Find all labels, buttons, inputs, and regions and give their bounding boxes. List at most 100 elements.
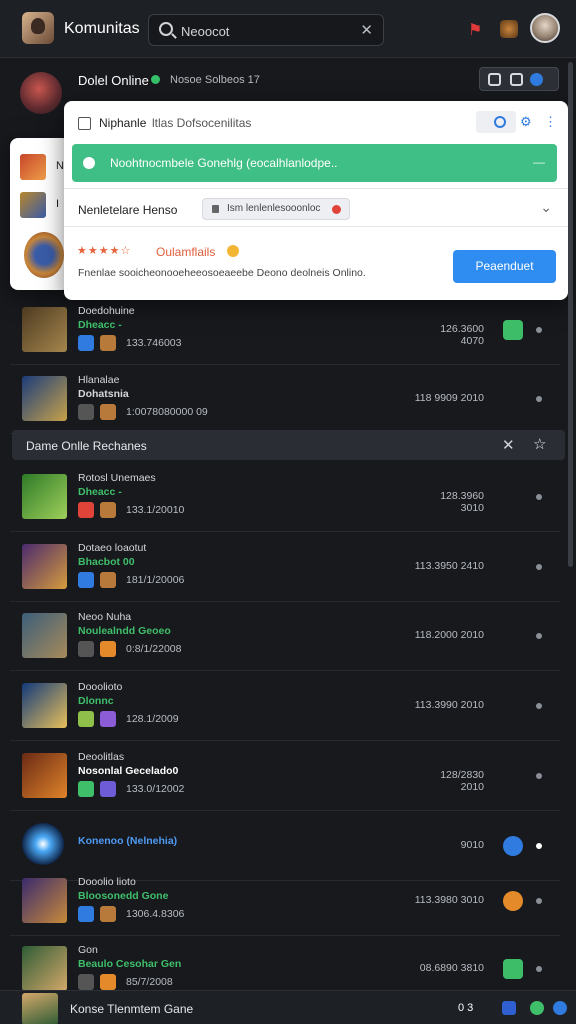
- announcement-banner[interactable]: Noohtnocmbele Gonehlg (eocalhlanlodpe.. …: [72, 144, 557, 182]
- header-toolbar: [479, 67, 559, 91]
- side-thumb[interactable]: [20, 192, 46, 218]
- row-date: 181/1/20006: [126, 574, 185, 586]
- genre-icon: [100, 502, 116, 518]
- side-thumb[interactable]: [20, 154, 46, 180]
- user-avatar[interactable]: [530, 13, 560, 43]
- info-icon[interactable]: [530, 73, 543, 86]
- list-item[interactable]: Doedohuine Dheacc - 133.746003 126.3600 …: [10, 295, 560, 365]
- game-thumbnail: [22, 544, 67, 589]
- row-name: Gon: [78, 944, 98, 956]
- star-icon[interactable]: ☆: [533, 435, 546, 453]
- game-thumbnail: [22, 753, 67, 798]
- list-item[interactable]: Dooolio lioto Bloosonedd Gone 1306.4.830…: [10, 866, 560, 936]
- more-dot[interactable]: [536, 843, 542, 849]
- refresh-icon[interactable]: [494, 116, 506, 128]
- field-label: Nenletelare Henso: [78, 203, 178, 217]
- controller-icon[interactable]: [502, 1001, 516, 1015]
- group-title: Dolel Online: [78, 73, 149, 88]
- row-status: Bloosonedd Gone: [78, 890, 169, 902]
- more-dot[interactable]: [536, 633, 542, 639]
- row-date: 128.1/2009: [126, 713, 179, 725]
- tag-chip[interactable]: Ism lenlenlesooonloc: [202, 198, 350, 220]
- side-card: N I: [10, 138, 70, 290]
- scrollbar[interactable]: [568, 62, 573, 567]
- rating-stars[interactable]: ★★★★☆: [77, 244, 131, 257]
- now-playing-thumbnail[interactable]: [22, 993, 58, 1024]
- more-dot[interactable]: [536, 773, 542, 779]
- select-checkbox[interactable]: [78, 117, 91, 130]
- list-item[interactable]: Rotosl Unemaes Dheacc - 133.1/20010 128.…: [10, 462, 560, 532]
- more-dot[interactable]: [536, 898, 542, 904]
- popup-subtitle: ltlas Dofsocenilitas: [152, 116, 252, 130]
- popup-toolbar: ⚙ ⋮: [476, 111, 557, 133]
- more-dot[interactable]: [536, 494, 542, 500]
- row-date: 1:0078080000 09: [126, 406, 208, 418]
- more-dot[interactable]: [536, 564, 542, 570]
- row-status: Dohatsnia: [78, 388, 129, 400]
- section-header: Dame Onlle Rechanes ✕ ☆: [12, 430, 565, 460]
- search-box[interactable]: ✕: [148, 14, 384, 46]
- game-icon[interactable]: [500, 20, 518, 38]
- popup-description: Fnenlae sooicheonooeheeosoeaeebe Deono d…: [78, 267, 366, 279]
- chat-icon[interactable]: [553, 1001, 567, 1015]
- more-dot[interactable]: [536, 396, 542, 402]
- game-thumbnail: [22, 946, 67, 991]
- search-input[interactable]: [181, 21, 351, 41]
- platform-icon: [78, 404, 94, 420]
- list-item[interactable]: Deoolitlas Nosonlal Gecelado0 133.0/1200…: [10, 741, 560, 811]
- side-label: N: [56, 160, 64, 172]
- shield-icon[interactable]: [503, 836, 523, 856]
- row-name: Hlanalae: [78, 374, 120, 386]
- row-status: Dheacc -: [78, 486, 122, 498]
- alert-icon: [332, 205, 341, 214]
- row-date: 85/7/2008: [126, 976, 173, 988]
- more-icon[interactable]: ⋮: [544, 114, 557, 130]
- chip-text: Ism lenlenlesooonloc: [227, 203, 321, 214]
- grid-icon[interactable]: [488, 73, 501, 86]
- profile-avatar[interactable]: [22, 12, 54, 44]
- more-dot[interactable]: [536, 327, 542, 333]
- platform-icon: [78, 502, 94, 518]
- shield-icon[interactable]: [503, 891, 523, 911]
- primary-button[interactable]: Peaenduet: [453, 250, 556, 283]
- platform-icon: [78, 641, 94, 657]
- row-score: 9010: [460, 839, 484, 851]
- notification-icon[interactable]: ⚑: [468, 20, 486, 39]
- side-label: I: [56, 198, 60, 210]
- platform-icon: [78, 335, 94, 351]
- list-item[interactable]: Dooolioto Dlonnc 128.1/2009 113.3990 201…: [10, 671, 560, 741]
- settings-icon[interactable]: ⚙: [520, 114, 532, 130]
- more-dot[interactable]: [536, 703, 542, 709]
- row-status: Dheacc -: [78, 319, 122, 331]
- status-icon[interactable]: [530, 1001, 544, 1015]
- list-item[interactable]: Hlanalae Dohatsnia 1:0078080000 09 118 9…: [10, 364, 560, 434]
- flag-icon[interactable]: [503, 959, 523, 979]
- list-item[interactable]: Neoo Nuha Noulealndd Geoeo 0:8/1/22008 1…: [10, 601, 560, 671]
- platform-icon: [78, 781, 94, 797]
- chevron-down-icon[interactable]: ⌄: [540, 199, 552, 216]
- group-avatar[interactable]: [20, 72, 62, 114]
- list-item[interactable]: Dotaeo loaotut Bhacbot 00 181/1/20006 11…: [10, 532, 560, 602]
- row-score: 08.6890 3810: [419, 962, 484, 974]
- platform-icon: [78, 711, 94, 727]
- top-bar: Komunitas ✕ ⚑: [0, 0, 576, 58]
- divider: [64, 188, 568, 189]
- side-emblem[interactable]: [24, 232, 64, 278]
- row-date: 133.0/12002: [126, 783, 185, 795]
- more-dot[interactable]: [536, 966, 542, 972]
- row-date: 133.1/20010: [126, 504, 185, 516]
- calendar-icon[interactable]: [510, 73, 523, 86]
- row-name: Deoolitlas: [78, 751, 125, 763]
- flag-icon[interactable]: [503, 320, 523, 340]
- row-score: 128/2830 2010: [440, 769, 484, 793]
- game-thumbnail: [22, 613, 67, 658]
- game-thumbnail: [22, 683, 67, 728]
- platform-icon: [78, 974, 94, 990]
- close-icon[interactable]: ✕: [360, 21, 373, 39]
- close-icon[interactable]: ✕: [502, 436, 515, 454]
- row-score: 128.3960 3010: [440, 490, 484, 514]
- row-name: Dooolioto: [78, 681, 123, 693]
- row-status: Noulealndd Geoeo: [78, 625, 171, 637]
- search-icon: [159, 22, 173, 36]
- row-score: 118.2000 2010: [414, 629, 484, 641]
